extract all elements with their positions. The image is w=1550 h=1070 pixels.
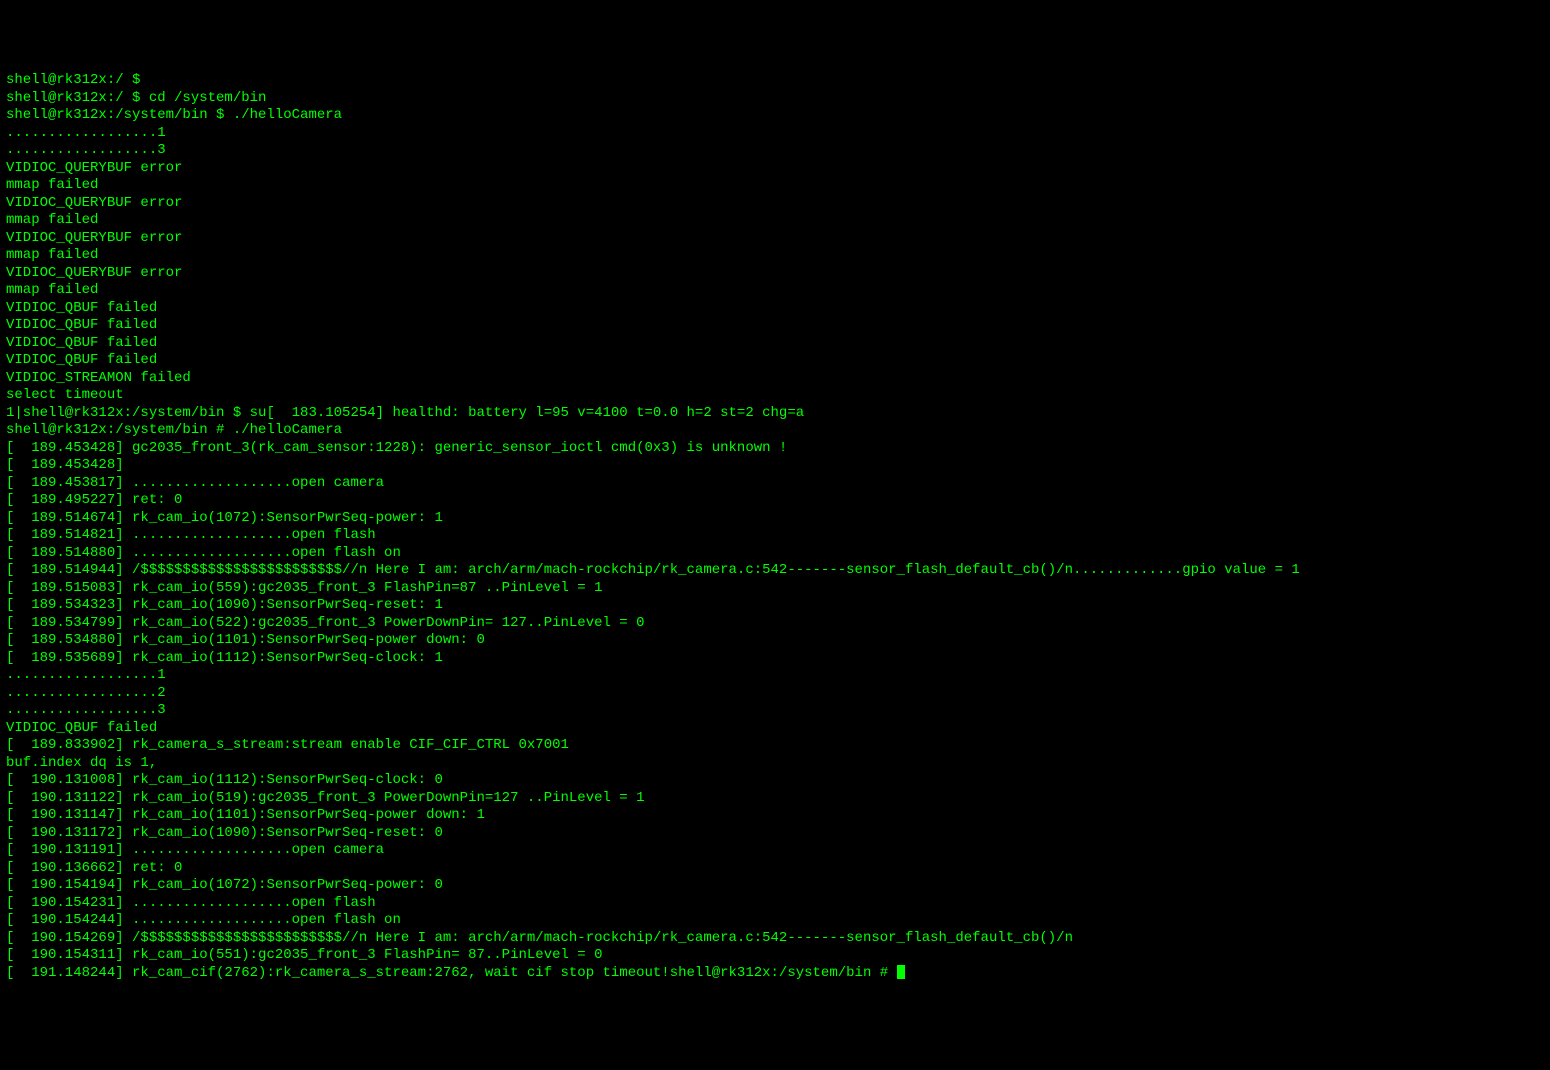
- terminal-line: [ 189.534323] rk_cam_io(1090):SensorPwrS…: [6, 597, 1544, 615]
- terminal-line: select timeout: [6, 387, 1544, 405]
- terminal-line: [ 189.514880] ...................open fl…: [6, 545, 1544, 563]
- terminal-line: VIDIOC_QUERYBUF error: [6, 265, 1544, 283]
- terminal-output[interactable]: shell@rk312x:/ $shell@rk312x:/ $ cd /sys…: [6, 72, 1544, 982]
- terminal-line: [ 190.131147] rk_cam_io(1101):SensorPwrS…: [6, 807, 1544, 825]
- terminal-line: ..................3: [6, 142, 1544, 160]
- terminal-line: [ 189.535689] rk_cam_io(1112):SensorPwrS…: [6, 650, 1544, 668]
- terminal-line: [ 190.136662] ret: 0: [6, 860, 1544, 878]
- terminal-line: mmap failed: [6, 177, 1544, 195]
- terminal-line: mmap failed: [6, 212, 1544, 230]
- terminal-line: ..................1: [6, 125, 1544, 143]
- terminal-line: [ 189.453428]: [6, 457, 1544, 475]
- terminal-line: [ 189.514821] ...................open fl…: [6, 527, 1544, 545]
- terminal-line: VIDIOC_QBUF failed: [6, 720, 1544, 738]
- terminal-line: [ 190.131008] rk_cam_io(1112):SensorPwrS…: [6, 772, 1544, 790]
- terminal-line: [ 191.148244] rk_cam_cif(2762):rk_camera…: [6, 965, 1544, 983]
- terminal-line: VIDIOC_QUERYBUF error: [6, 230, 1544, 248]
- terminal-line: [ 189.514674] rk_cam_io(1072):SensorPwrS…: [6, 510, 1544, 528]
- terminal-line: ..................3: [6, 702, 1544, 720]
- terminal-line: [ 190.131172] rk_cam_io(1090):SensorPwrS…: [6, 825, 1544, 843]
- terminal-line: [ 189.495227] ret: 0: [6, 492, 1544, 510]
- terminal-line: mmap failed: [6, 282, 1544, 300]
- terminal-line: [ 190.154194] rk_cam_io(1072):SensorPwrS…: [6, 877, 1544, 895]
- terminal-line: VIDIOC_QBUF failed: [6, 300, 1544, 318]
- terminal-line: VIDIOC_STREAMON failed: [6, 370, 1544, 388]
- terminal-line: VIDIOC_QBUF failed: [6, 317, 1544, 335]
- terminal-line: 1|shell@rk312x:/system/bin $ su[ 183.105…: [6, 405, 1544, 423]
- terminal-line: VIDIOC_QBUF failed: [6, 352, 1544, 370]
- terminal-line: ..................2: [6, 685, 1544, 703]
- terminal-line: [ 189.833902] rk_camera_s_stream:stream …: [6, 737, 1544, 755]
- terminal-line: VIDIOC_QBUF failed: [6, 335, 1544, 353]
- terminal-line: shell@rk312x:/system/bin # ./helloCamera: [6, 422, 1544, 440]
- terminal-line: [ 189.514944] /$$$$$$$$$$$$$$$$$$$$$$$$/…: [6, 562, 1544, 580]
- terminal-line: shell@rk312x:/ $: [6, 72, 1544, 90]
- terminal-line: [ 190.154269] /$$$$$$$$$$$$$$$$$$$$$$$$/…: [6, 930, 1544, 948]
- terminal-line: [ 189.515083] rk_cam_io(559):gc2035_fron…: [6, 580, 1544, 598]
- terminal-line: [ 190.154244] ...................open fl…: [6, 912, 1544, 930]
- terminal-line: VIDIOC_QUERYBUF error: [6, 160, 1544, 178]
- terminal-line: [ 189.453428] gc2035_front_3(rk_cam_sens…: [6, 440, 1544, 458]
- terminal-line: ..................1: [6, 667, 1544, 685]
- terminal-line: [ 190.131191] ...................open ca…: [6, 842, 1544, 860]
- terminal-line: [ 189.453817] ...................open ca…: [6, 475, 1544, 493]
- terminal-line: shell@rk312x:/ $ cd /system/bin: [6, 90, 1544, 108]
- terminal-line: shell@rk312x:/system/bin $ ./helloCamera: [6, 107, 1544, 125]
- terminal-line: mmap failed: [6, 247, 1544, 265]
- terminal-line: [ 190.131122] rk_cam_io(519):gc2035_fron…: [6, 790, 1544, 808]
- terminal-line: [ 190.154231] ...................open fl…: [6, 895, 1544, 913]
- terminal-line: buf.index dq is 1,: [6, 755, 1544, 773]
- terminal-line: [ 190.154311] rk_cam_io(551):gc2035_fron…: [6, 947, 1544, 965]
- cursor-icon: [897, 965, 905, 979]
- terminal-line: [ 189.534880] rk_cam_io(1101):SensorPwrS…: [6, 632, 1544, 650]
- terminal-line: VIDIOC_QUERYBUF error: [6, 195, 1544, 213]
- terminal-line: [ 189.534799] rk_cam_io(522):gc2035_fron…: [6, 615, 1544, 633]
